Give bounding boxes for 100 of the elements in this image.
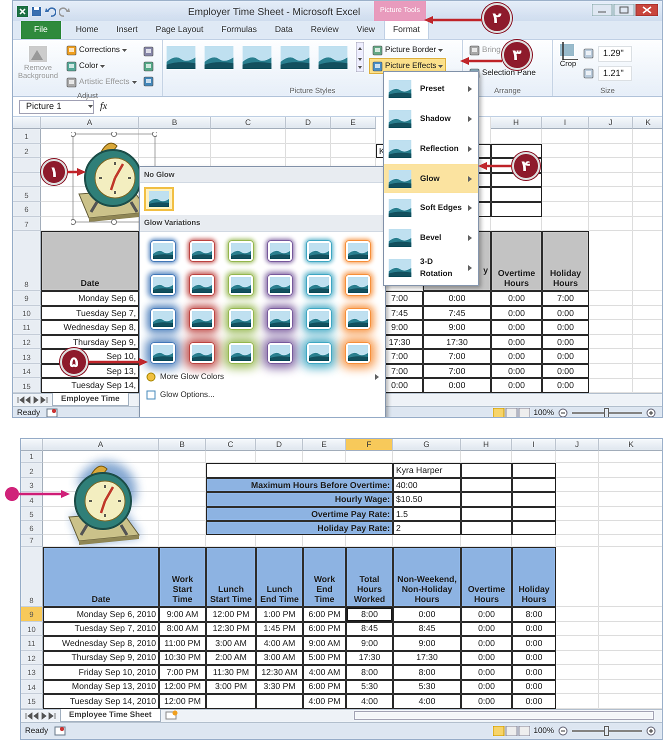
glow-option[interactable]: [189, 308, 215, 330]
column-header[interactable]: B: [159, 439, 206, 451]
menu-item[interactable]: More Glow Colors: [146, 370, 224, 382]
picture-style-thumbnail[interactable]: [242, 46, 272, 68]
glow-option[interactable]: [267, 342, 293, 364]
sheet-tab[interactable]: Employee Time: [52, 393, 129, 406]
ribbon-tab[interactable]: File: [21, 20, 61, 39]
horizontal-scrollbar[interactable]: [354, 711, 654, 720]
glow-option[interactable]: [306, 240, 332, 262]
window-controls-icon[interactable]: [592, 4, 658, 16]
zoom-out-icon[interactable]: [558, 408, 568, 417]
glow-option[interactable]: [150, 342, 176, 364]
sheet-navigation-icon[interactable]: [17, 396, 48, 404]
menu-item[interactable]: Glow: [384, 164, 478, 194]
sheet-navigation-icon[interactable]: [25, 712, 56, 720]
insert-function-button[interactable]: fx: [100, 99, 108, 114]
glow-option[interactable]: [150, 274, 176, 296]
table-cell: 2: [393, 521, 461, 535]
ribbon-button[interactable]: Corrections: [63, 42, 130, 58]
name-box[interactable]: Picture 1: [19, 100, 94, 114]
glow-option[interactable]: [345, 308, 371, 330]
macro-record-icon[interactable]: [54, 726, 66, 736]
column-header[interactable]: B: [139, 117, 211, 129]
ribbon-tab[interactable]: Page Layout: [146, 20, 212, 39]
column-header[interactable]: D: [256, 439, 303, 451]
glow-option[interactable]: [306, 342, 332, 364]
column-header[interactable]: K: [599, 439, 662, 451]
gallery-scroll-icon[interactable]: [356, 42, 364, 72]
glow-option[interactable]: [306, 274, 332, 296]
glow-option[interactable]: [228, 240, 254, 262]
glow-option[interactable]: [306, 308, 332, 330]
column-header[interactable]: E: [303, 439, 346, 451]
ribbon-tab[interactable]: Home: [66, 20, 108, 39]
column-header[interactable]: E: [331, 117, 376, 129]
column-header[interactable]: A: [43, 439, 159, 451]
column-header[interactable]: J: [589, 117, 633, 129]
column-header[interactable]: A: [41, 117, 139, 129]
no-glow-option[interactable]: [144, 187, 174, 212]
zoom-in-icon[interactable]: [646, 408, 656, 417]
menu-item[interactable]: Soft Edges: [384, 193, 478, 224]
column-header[interactable]: I: [512, 439, 556, 451]
ribbon-button[interactable]: Picture Border: [369, 42, 446, 58]
macro-record-icon[interactable]: [46, 408, 58, 417]
glow-option[interactable]: [228, 308, 254, 330]
slider-thumb[interactable]: [604, 408, 609, 417]
picture-style-thumbnail[interactable]: [204, 46, 234, 68]
picture-thumbnail-icon: [309, 344, 329, 360]
column-header[interactable]: C: [211, 117, 286, 129]
view-buttons-icon[interactable]: [492, 726, 530, 736]
zoom-out-icon[interactable]: [558, 726, 568, 736]
menu-item[interactable]: Preset: [384, 74, 478, 104]
zoom-in-icon[interactable]: [646, 726, 656, 736]
column-header[interactable]: J: [556, 439, 599, 451]
glow-option[interactable]: [189, 240, 215, 262]
glow-option[interactable]: [345, 274, 371, 296]
menu-item[interactable]: Glow Options...: [146, 388, 215, 400]
column-header[interactable]: H: [461, 439, 512, 451]
column-header[interactable]: D: [286, 117, 331, 129]
picture-style-thumbnail[interactable]: [318, 46, 348, 68]
picture-style-thumbnail[interactable]: [166, 46, 196, 68]
callout-arrow: [19, 489, 70, 499]
picture-style-thumbnail[interactable]: [280, 46, 310, 68]
insert-sheet-icon[interactable]: [164, 710, 178, 721]
sheet-tab[interactable]: Employee Time Sheet: [60, 709, 161, 722]
glow-option[interactable]: [228, 274, 254, 296]
size-field[interactable]: 1.21": [598, 66, 632, 81]
size-field[interactable]: 1.29": [598, 46, 632, 62]
column-header[interactable]: H: [491, 117, 542, 129]
caret-icon: [132, 80, 137, 84]
column-header[interactable]: I: [542, 117, 589, 129]
table-cell: 0:00: [491, 378, 542, 393]
glow-option[interactable]: [228, 342, 254, 364]
ribbon-tab[interactable]: Insert: [107, 20, 147, 39]
column-header[interactable]: G: [393, 439, 461, 451]
glow-option[interactable]: [189, 342, 215, 364]
glow-option[interactable]: [150, 308, 176, 330]
ribbon-button[interactable]: Color: [63, 58, 108, 74]
slider-thumb[interactable]: [604, 726, 609, 736]
menu-item[interactable]: Shadow: [384, 104, 478, 134]
glow-option[interactable]: [345, 240, 371, 262]
ribbon-tab[interactable]: Formulas: [212, 20, 266, 39]
ribbon-tab[interactable]: Data: [266, 20, 302, 39]
save-icon[interactable]: [31, 6, 42, 16]
glow-option[interactable]: [267, 240, 293, 262]
glow-option[interactable]: [150, 240, 176, 262]
glow-option[interactable]: [267, 274, 293, 296]
undo-icon[interactable]: [45, 6, 56, 16]
glow-option[interactable]: [189, 274, 215, 296]
zoom-level[interactable]: 100%: [534, 724, 554, 736]
column-header[interactable]: C: [206, 439, 256, 451]
ribbon-tab[interactable]: View: [348, 20, 384, 39]
column-header[interactable]: F: [346, 439, 393, 451]
ribbon-tab[interactable]: Format: [384, 20, 429, 39]
glow-option[interactable]: [345, 342, 371, 364]
ribbon-tab[interactable]: Review: [302, 20, 348, 39]
table-cell: Work Start Time: [159, 547, 206, 607]
column-header[interactable]: K: [633, 117, 662, 129]
zoom-level[interactable]: 100%: [534, 406, 554, 417]
view-buttons-icon[interactable]: [492, 408, 530, 417]
glow-option[interactable]: [267, 308, 293, 330]
